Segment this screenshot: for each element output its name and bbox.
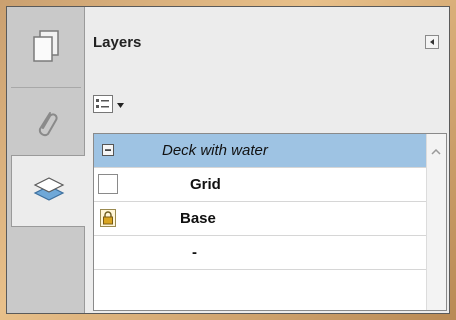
triangle-left-icon bbox=[428, 33, 436, 51]
tab-attachments[interactable] bbox=[11, 91, 81, 163]
layer-label: Base bbox=[180, 210, 216, 227]
layer-row-deck-with-water[interactable]: Deck with water bbox=[94, 134, 428, 168]
options-menu-button[interactable] bbox=[93, 93, 131, 115]
chevron-down-icon bbox=[117, 95, 124, 113]
tab-layers[interactable] bbox=[11, 155, 85, 227]
tab-pages[interactable] bbox=[11, 13, 81, 85]
lock-icon bbox=[98, 208, 118, 228]
visibility-checkbox[interactable] bbox=[98, 174, 118, 194]
pages-icon bbox=[31, 29, 61, 70]
layer-label: Grid bbox=[190, 176, 221, 193]
scroll-up-arrow-icon[interactable] bbox=[431, 142, 441, 160]
options-icon bbox=[93, 95, 113, 113]
rail-divider bbox=[11, 87, 81, 88]
collapse-panel-button[interactable] bbox=[425, 35, 439, 49]
layer-row-grid[interactable]: Grid bbox=[94, 168, 428, 202]
panel-title: Layers bbox=[93, 34, 142, 51]
layer-label: Deck with water bbox=[162, 142, 268, 159]
vertical-scrollbar[interactable] bbox=[426, 134, 446, 310]
layers-list: Deck with water Grid Base - bbox=[93, 133, 447, 311]
screenshot-frame: Layers Deck with water Grid Base - bbox=[0, 0, 456, 320]
navigation-tab-rail bbox=[7, 7, 85, 313]
paperclip-icon bbox=[31, 107, 61, 148]
navigation-pane: Layers Deck with water Grid Base - bbox=[6, 6, 450, 314]
layer-row-base[interactable]: Base bbox=[94, 202, 428, 236]
layer-label: - bbox=[192, 244, 197, 261]
layers-panel: Layers Deck with water Grid Base - bbox=[85, 7, 449, 313]
collapse-toggle[interactable] bbox=[98, 140, 118, 160]
layers-icon bbox=[32, 174, 66, 209]
layer-row-unnamed[interactable]: - bbox=[94, 236, 428, 270]
